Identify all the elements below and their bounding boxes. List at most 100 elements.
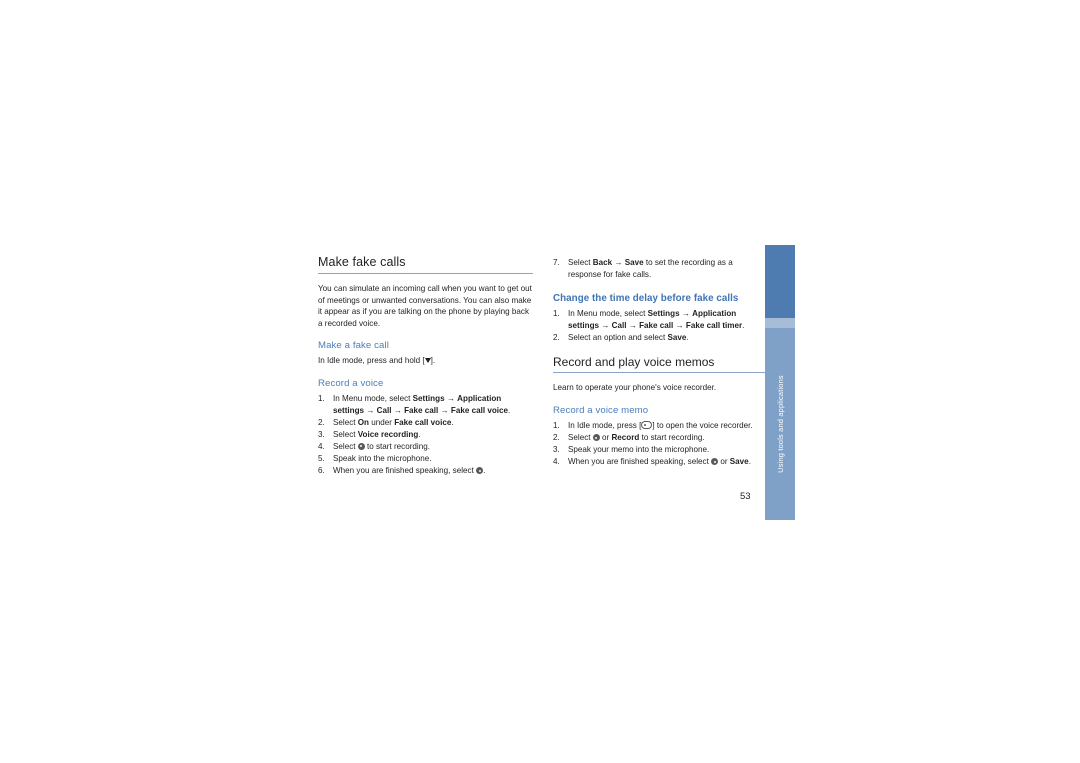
list-item: 7. Select Back → Save to set the recordin… — [553, 257, 768, 280]
manual-page: Make fake calls You can simulate an inco… — [0, 0, 1080, 763]
menu-term: On — [357, 417, 369, 427]
menu-term: Fake call timer — [685, 320, 743, 330]
step-text: to start recording. — [639, 433, 705, 443]
make-fake-call-instruction: In Idle mode, press and hold []. — [318, 355, 533, 367]
list-item: 1. In Idle mode, press [ ] to open the voi… — [553, 420, 768, 432]
record-voice-step-7: 7. Select Back → Save to set the recordin… — [553, 257, 768, 280]
list-item: 6. When you are finished speaking, select… — [318, 465, 533, 477]
step-number: 1. — [553, 309, 560, 319]
chapter-side-tab: Using tools and applications — [765, 245, 795, 520]
left-column: Make fake calls You can simulate an inco… — [318, 255, 533, 477]
step-text: or — [599, 433, 612, 443]
step-text: to start recording. — [364, 441, 430, 451]
step-text: . — [748, 457, 751, 467]
menu-term: Call — [376, 405, 392, 415]
section-heading-make-fake-call: Make a fake call — [318, 340, 389, 352]
step-number: 3. — [318, 429, 325, 439]
step-number: 6. — [318, 466, 325, 476]
step-text: Select — [568, 433, 593, 443]
title-rule — [318, 273, 533, 274]
step-text: → — [444, 393, 458, 403]
step-number: 1. — [318, 393, 325, 403]
list-item: 1. In Menu mode, select Settings → Applic… — [318, 393, 533, 416]
confirm-key-icon — [592, 434, 600, 442]
step-text: In Menu mode, select — [568, 309, 648, 319]
voice-memos-intro: Learn to operate your phone's voice reco… — [553, 383, 717, 393]
section-title-voice-memos: Record and play voice memos — [553, 355, 715, 370]
list-item: 3. Select Voice recording. — [318, 429, 533, 441]
step-number: 1. — [553, 421, 560, 431]
step-number: 4. — [318, 441, 325, 451]
section-heading-record-a-voice: Record a voice — [318, 377, 384, 389]
step-text: → — [673, 320, 686, 330]
menu-term: Settings — [647, 309, 680, 319]
side-tab-segment-divider — [765, 318, 795, 328]
record-voice-memo-steps: 1. In Idle mode, press [ ] to open the voi… — [553, 420, 768, 468]
step-text: . — [451, 417, 454, 427]
voice-memos-rule — [553, 372, 768, 374]
right-column: 7. Select Back → Save to set the recordin… — [553, 255, 768, 468]
step-text: → — [679, 309, 693, 319]
confirm-key-icon — [357, 442, 365, 450]
step-number: 4. — [553, 457, 560, 467]
intro-paragraph: You can simulate an incoming call when y… — [318, 284, 532, 328]
list-item: 2. Select an option and select Save. — [553, 332, 768, 344]
menu-term: Save — [667, 332, 687, 342]
side-tab-label: Using tools and applications — [775, 375, 785, 473]
multitask-key-icon — [641, 421, 653, 430]
step-text: → — [364, 405, 377, 415]
menu-term: Settings — [412, 393, 445, 403]
record-voice-steps: 1. In Menu mode, select Settings → Applic… — [318, 393, 533, 477]
step-text: → — [626, 320, 640, 330]
step-text: In Idle mode, press [ — [568, 421, 642, 431]
menu-term: Voice recording — [357, 429, 419, 439]
menu-term: Call — [611, 320, 627, 330]
step-text: Select — [568, 258, 593, 267]
list-item: 4. Select to start recording. — [318, 441, 533, 453]
list-item: 3. Speak your memo into the microphone. — [553, 444, 768, 456]
step-text: In Menu mode, select — [333, 393, 413, 403]
list-item: 4. When you are finished speaking, select… — [553, 456, 768, 468]
step-number: 2. — [553, 332, 560, 342]
menu-term: Fake call — [404, 405, 439, 415]
step-text: When you are finished speaking, select — [568, 457, 712, 467]
menu-term: Save — [624, 258, 644, 267]
step-number: 5. — [318, 453, 325, 463]
step-text: . — [742, 320, 745, 330]
step-text: . — [508, 405, 511, 415]
step-text: Speak your memo into the microphone. — [568, 445, 710, 455]
step-text: Select — [333, 441, 358, 451]
step-text: . — [686, 332, 689, 342]
menu-term: Fake call — [639, 320, 674, 330]
page-title: Make fake calls — [318, 255, 406, 269]
step-text: → — [599, 320, 612, 330]
list-item: 5. Speak into the microphone. — [318, 453, 533, 465]
step-text: → — [612, 258, 625, 267]
menu-term: Save — [729, 457, 749, 467]
step-number: 7. — [553, 258, 560, 267]
section-heading-record-voice-memo: Record a voice memo — [553, 405, 649, 417]
page-number: 53 — [740, 491, 751, 502]
step-text: Select an option and select — [568, 332, 668, 342]
step-text: . — [418, 429, 421, 439]
step-text: Select — [333, 429, 358, 439]
make-fake-call-text-after: ]. — [430, 356, 436, 366]
side-tab-segment-top — [765, 245, 795, 318]
step-text: Speak into the microphone. — [333, 453, 432, 463]
menu-term: Record — [611, 433, 640, 443]
list-item: 2. Select On under Fake call voice. — [318, 417, 533, 429]
step-text: under — [369, 417, 395, 427]
step-number: 2. — [553, 433, 560, 443]
time-delay-steps: 1. In Menu mode, select Settings → Applic… — [553, 308, 768, 343]
step-text: → — [438, 405, 451, 415]
list-item: 2. Select or Record to start recording. — [553, 432, 768, 444]
menu-term: Back — [592, 258, 613, 267]
menu-term: Fake call voice — [394, 417, 452, 427]
step-number: 3. — [553, 445, 560, 455]
step-text: ] to open the voice recorder. — [652, 421, 753, 431]
step-text: When you are finished speaking, select — [333, 466, 477, 476]
step-number: 2. — [318, 417, 325, 427]
step-text: or — [718, 457, 730, 467]
menu-term: Fake call voice — [450, 405, 509, 415]
step-text: Select — [333, 417, 358, 427]
